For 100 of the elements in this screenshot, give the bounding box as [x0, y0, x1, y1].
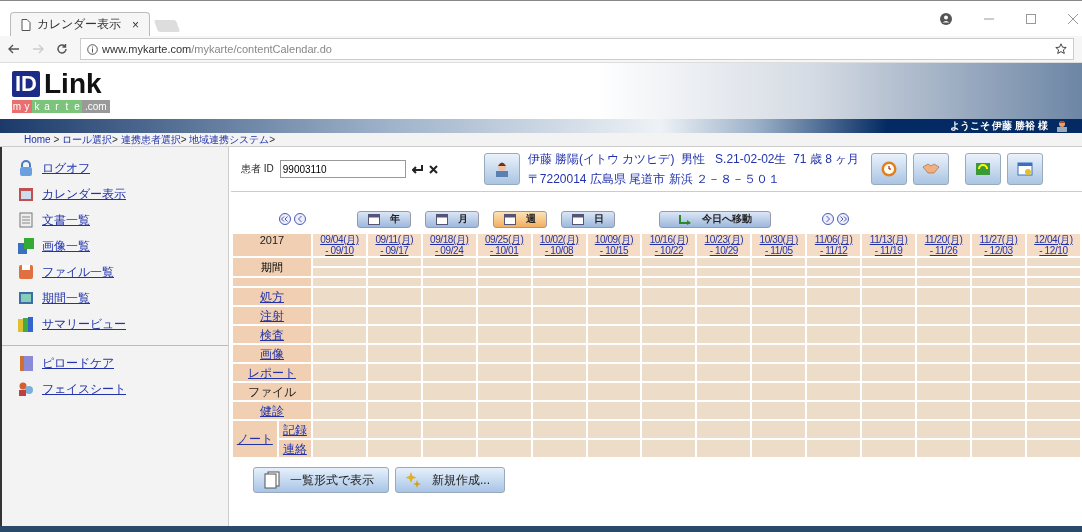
table-cell: [642, 345, 696, 362]
week-link[interactable]: 11/06(月) - 11/12: [807, 234, 861, 256]
breadcrumb-link[interactable]: 地域連携システム: [189, 132, 270, 147]
maximize-icon[interactable]: [1026, 13, 1036, 24]
week-link[interactable]: 12/04(月) - 12/10: [1026, 234, 1080, 256]
table-cell: [367, 326, 421, 343]
address-field[interactable]: www.mykarte.com/mykarte/contentCalendar.do: [80, 38, 1074, 60]
view-tab[interactable]: 年: [357, 210, 411, 228]
week-link[interactable]: 11/27(月) - 12/03: [972, 234, 1025, 256]
table-cell: [697, 402, 751, 419]
close-icon[interactable]: [1068, 13, 1078, 24]
browser-tab[interactable]: カレンダー表示 ×: [10, 12, 150, 36]
week-link[interactable]: 09/25(月) - 10/01: [477, 234, 531, 256]
week-link[interactable]: 10/02(月) - 10/08: [532, 234, 586, 256]
toolbar-button[interactable]: [871, 153, 908, 185]
next-icon[interactable]: [822, 213, 834, 225]
sidebar-link[interactable]: ピロードケア: [42, 354, 114, 372]
table-cell: [312, 288, 366, 305]
sidebar-link[interactable]: 画像一覧: [42, 237, 90, 255]
breadcrumb-separator: >: [52, 134, 61, 145]
table-cell: [972, 421, 1025, 438]
toolbar-button[interactable]: [965, 153, 1002, 185]
breadcrumb-link[interactable]: 連携患者選択: [120, 132, 181, 147]
week-link[interactable]: 09/04(月) - 09/10: [312, 234, 366, 256]
table-cell: [752, 421, 806, 438]
reload-icon[interactable]: [56, 43, 68, 55]
sidebar-link[interactable]: カレンダー表示: [42, 185, 126, 203]
table-cell: [587, 345, 641, 362]
table-cell: [367, 364, 421, 381]
table-cell: [917, 383, 970, 400]
today-button[interactable]: 今日へ移動: [659, 210, 771, 228]
patient-name-text: 伊藤 勝陽(イトウ カツヒデ) 男性 S.21-02-02生 71 歳 8 ヶ月: [527, 150, 860, 168]
week-link[interactable]: 09/18(月) - 09/24: [422, 234, 476, 256]
view-tab[interactable]: 週: [493, 210, 547, 228]
table-cell: [1026, 383, 1080, 400]
sidebar-link[interactable]: フェイスシート: [42, 380, 126, 398]
calendar-icon: [18, 186, 34, 202]
table-cell: [917, 364, 970, 381]
star-icon[interactable]: [1055, 43, 1067, 55]
table-cell: [697, 326, 751, 343]
table-cell: [642, 383, 696, 400]
week-link[interactable]: 11/20(月) - 11/26: [917, 234, 970, 256]
view-tab[interactable]: 日: [561, 210, 615, 228]
create-button[interactable]: 新規作成...: [395, 467, 505, 493]
table-cell: [312, 364, 366, 381]
clear-icon[interactable]: [428, 164, 438, 174]
sidebar-link[interactable]: ログオフ: [42, 159, 90, 177]
breadcrumb-link[interactable]: Home: [24, 134, 51, 145]
table-cell: [477, 345, 531, 362]
sidebar-link[interactable]: 文書一覧: [42, 211, 90, 229]
table-cell: [532, 364, 586, 381]
view-tab[interactable]: 月: [425, 210, 479, 228]
row-label: 期間: [233, 258, 311, 276]
sidebar-link[interactable]: 期間一覧: [42, 289, 90, 307]
breadcrumb-link[interactable]: ロール選択: [62, 132, 113, 147]
table-cell: [807, 288, 861, 305]
table-cell: [587, 326, 641, 343]
lock-icon: [18, 160, 34, 176]
table-cell: [532, 345, 586, 362]
table-cell: [697, 307, 751, 324]
week-link[interactable]: 10/16(月) - 10/22: [642, 234, 696, 256]
list-view-button[interactable]: 一覧形式で表示: [253, 467, 389, 493]
week-link[interactable]: 10/09(月) - 10/15: [587, 234, 641, 256]
toolbar-button[interactable]: [1007, 153, 1044, 185]
account-icon[interactable]: [940, 12, 952, 25]
document-icon: [18, 212, 34, 228]
previous-icon[interactable]: [294, 213, 306, 225]
profile-button[interactable]: [483, 153, 520, 185]
table-cell: [422, 421, 476, 438]
last-page-icon[interactable]: [837, 213, 849, 225]
week-link[interactable]: 09/11(月) - 09/17: [367, 234, 421, 256]
table-cell: [422, 307, 476, 324]
patient-address-text: 〒7220014 広島県 尾道市 新浜 ２－８－５０１: [527, 170, 781, 188]
table-cell: [1026, 421, 1080, 438]
table-cell: [587, 288, 641, 305]
picture-frame-icon: [18, 290, 34, 306]
week-link[interactable]: 10/23(月) - 10/29: [697, 234, 751, 256]
table-cell: [917, 345, 970, 362]
table-cell: [752, 440, 806, 457]
patient-id-field[interactable]: 99003110: [279, 160, 406, 178]
table-cell: [862, 326, 916, 343]
first-page-icon[interactable]: [279, 213, 291, 225]
table-cell: [697, 345, 751, 362]
week-link[interactable]: 10/30(月) - 11/05: [752, 234, 806, 256]
table-cell: [862, 383, 916, 400]
table-cell: [862, 402, 916, 419]
table-cell: [972, 326, 1025, 343]
user-icon[interactable]: [1056, 120, 1068, 132]
enter-icon[interactable]: [411, 164, 423, 174]
table-cell: [972, 288, 1025, 305]
table-cell: [1026, 402, 1080, 419]
logo-mark: ID: [12, 70, 40, 97]
sidebar-link[interactable]: ファイル一覧: [42, 263, 114, 281]
patient-id-label: 患者 ID: [241, 162, 274, 176]
week-link[interactable]: 11/13(月) - 11/19: [862, 234, 916, 256]
table-cell: [862, 421, 916, 438]
tab-close[interactable]: ×: [132, 17, 139, 32]
back-icon[interactable]: [8, 43, 20, 55]
sidebar-link[interactable]: サマリービュー: [42, 315, 126, 333]
table-cell: [917, 326, 970, 343]
